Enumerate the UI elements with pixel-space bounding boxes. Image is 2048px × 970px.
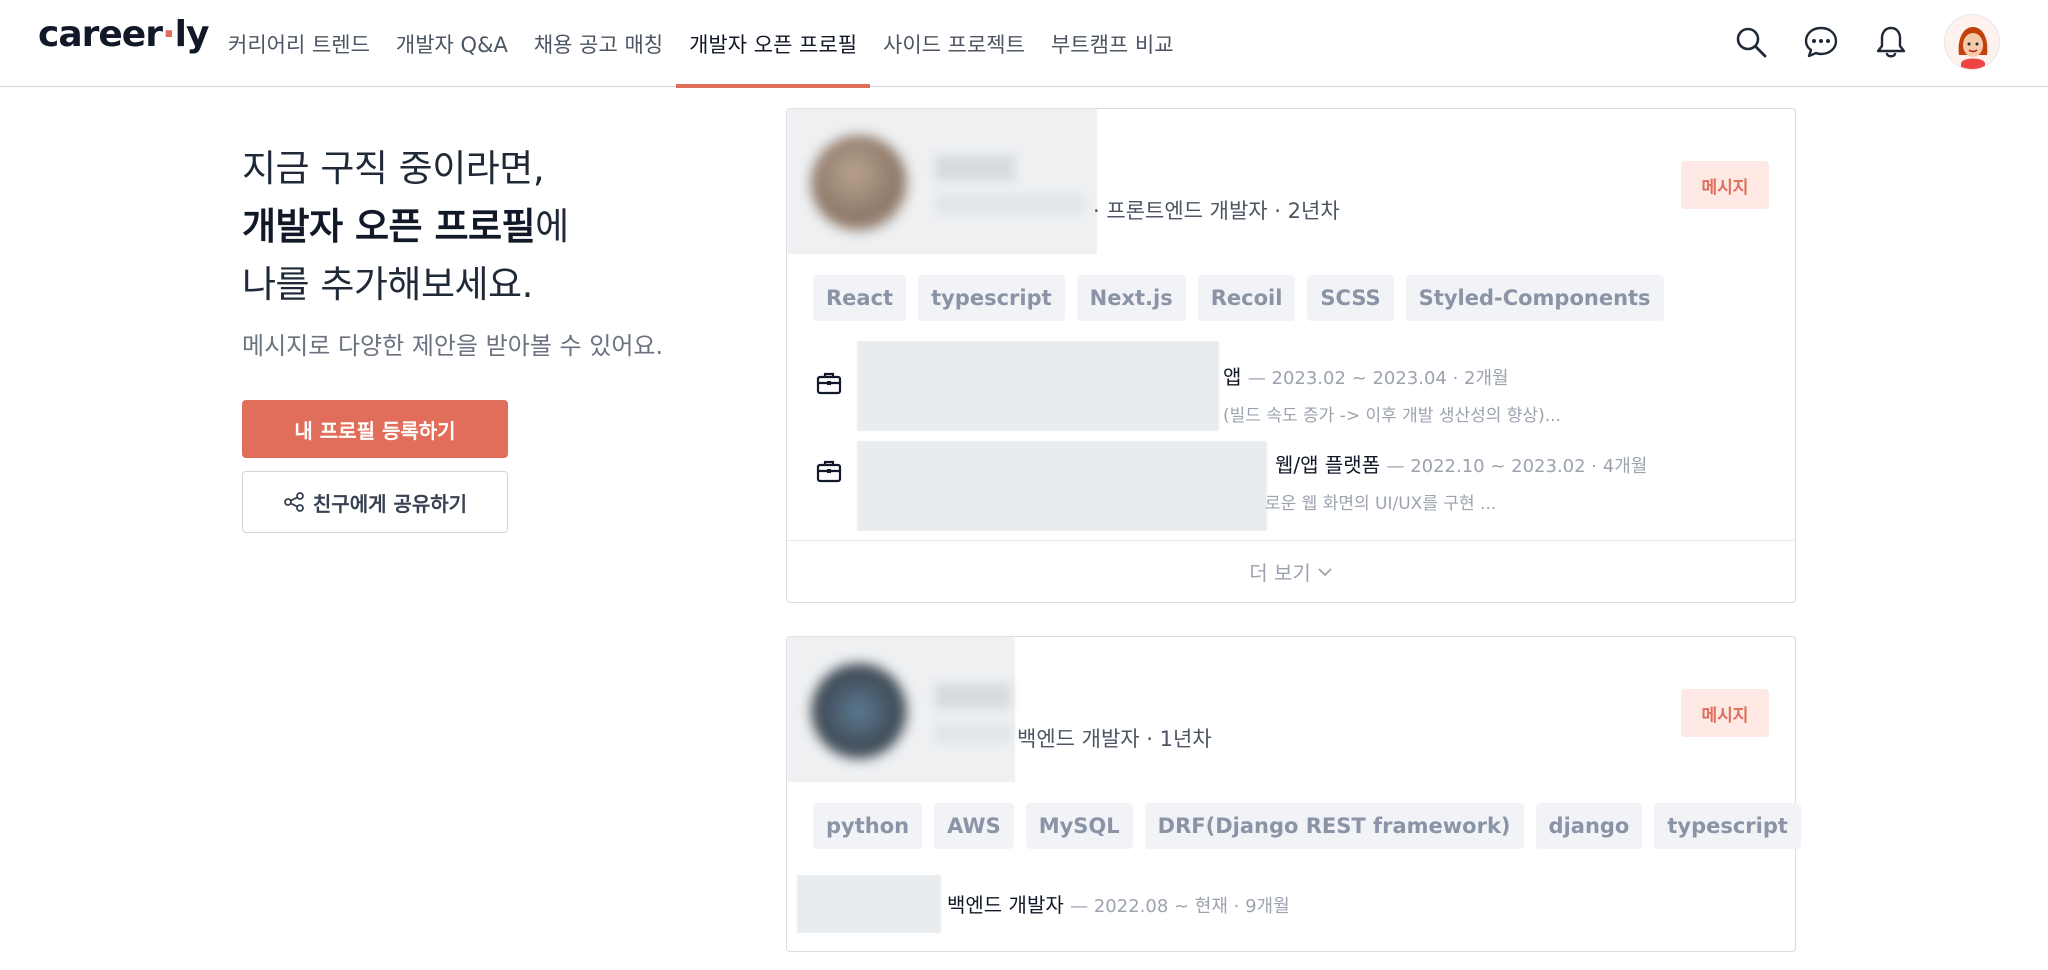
- skill-tag[interactable]: MySQL: [1025, 803, 1133, 849]
- main-nav: 커리어리 트렌드 개발자 Q&A 채용 공고 매칭 개발자 오픈 프로필 사이드…: [215, 0, 1187, 88]
- message-button[interactable]: 메시지: [1681, 689, 1769, 737]
- briefcase-icon: [816, 372, 842, 395]
- experience-description: (빌드 속도 증가 -> 이후 개발 생산성의 향상)...: [1223, 406, 1561, 426]
- user-avatar-icon: [1945, 15, 1999, 69]
- nav-item-trends[interactable]: 커리어리 트렌드: [215, 0, 383, 87]
- skill-tag[interactable]: Styled-Components: [1405, 275, 1664, 321]
- blurred-company: [935, 195, 1085, 213]
- skill-tags: python AWS MySQL DRF(Django REST framewo…: [813, 803, 1801, 849]
- experience-description: 로운 웹 화면의 UI/UX를 구현 ...: [1265, 494, 1497, 514]
- skill-tag[interactable]: typescript: [918, 275, 1065, 321]
- skill-tags: React typescript Next.js Recoil SCSS Sty…: [813, 275, 1664, 321]
- skill-tag[interactable]: AWS: [934, 803, 1014, 849]
- chat-icon[interactable]: [1803, 24, 1839, 60]
- briefcase-icon: [816, 460, 842, 483]
- skill-tag[interactable]: SCSS: [1307, 275, 1394, 321]
- message-button[interactable]: 메시지: [1681, 161, 1769, 209]
- bell-icon[interactable]: [1873, 24, 1909, 60]
- nav-item-open-profile[interactable]: 개발자 오픈 프로필: [676, 0, 870, 88]
- skill-tag[interactable]: Recoil: [1197, 275, 1296, 321]
- profile-card[interactable]: · 프론트엔드 개발자 · 2년차 메시지 React typescript N…: [786, 108, 1796, 603]
- skill-tag[interactable]: python: [813, 803, 923, 849]
- blurred-name: [935, 683, 1011, 709]
- profile-role: 백엔드 개발자 · 1년차: [1017, 727, 1212, 751]
- experience-title: 앱 — 2023.02 ~ 2023.04 · 2개월: [1223, 365, 1509, 389]
- hero-line-2: 개발자 오픈 프로필에: [242, 205, 569, 248]
- careerly-logo[interactable]: career·ly: [38, 14, 209, 55]
- skill-tag[interactable]: typescript: [1654, 803, 1801, 849]
- blurred-experience-company: [857, 341, 1219, 431]
- hero-line-3: 나를 추가해보세요.: [242, 263, 533, 306]
- skill-tag[interactable]: django: [1535, 803, 1643, 849]
- blurred-name: [935, 155, 1015, 181]
- blurred-experience-company: [857, 441, 1267, 531]
- nav-item-qna[interactable]: 개발자 Q&A: [383, 0, 521, 87]
- blurred-company: [935, 725, 1011, 743]
- share-icon: [284, 492, 304, 512]
- register-profile-button[interactable]: 내 프로필 등록하기: [242, 400, 508, 458]
- share-with-friend-button[interactable]: 친구에게 공유하기: [242, 471, 508, 533]
- hero-line-1: 지금 구직 중이라면,: [242, 147, 545, 190]
- nav-item-job-matching[interactable]: 채용 공고 매칭: [521, 0, 676, 87]
- blurred-experience-company: [797, 875, 941, 933]
- top-header: career·ly 커리어리 트렌드 개발자 Q&A 채용 공고 매칭 개발자 …: [0, 0, 2048, 88]
- nav-item-bootcamp[interactable]: 부트캠프 비교: [1038, 0, 1187, 87]
- show-more-button[interactable]: 더 보기: [787, 540, 1795, 602]
- experience-title: 웹/앱 플랫폼 — 2022.10 ~ 2023.02 · 4개월: [1275, 453, 1648, 477]
- blurred-avatar: [811, 663, 907, 759]
- profile-card[interactable]: 백엔드 개발자 · 1년차 메시지 python AWS MySQL DRF(D…: [786, 636, 1801, 952]
- hero-heading: 지금 구직 중이라면, 개발자 오픈 프로필에 나를 추가해보세요.: [242, 140, 569, 314]
- hero-subtitle: 메시지로 다양한 제안을 받아볼 수 있어요.: [242, 332, 664, 360]
- profile-role: · 프론트엔드 개발자 · 2년차: [1093, 199, 1340, 223]
- skill-tag[interactable]: Next.js: [1076, 275, 1186, 321]
- skill-tag[interactable]: React: [813, 275, 907, 321]
- blurred-avatar: [811, 135, 907, 231]
- avatar[interactable]: [1944, 14, 2000, 70]
- search-icon[interactable]: [1733, 24, 1769, 60]
- chevron-down-icon: [1318, 567, 1332, 576]
- experience-title: 백엔드 개발자 — 2022.08 ~ 현재 · 9개월: [947, 893, 1290, 917]
- skill-tag[interactable]: DRF(Django REST framework): [1144, 803, 1524, 849]
- nav-item-side-project[interactable]: 사이드 프로젝트: [870, 0, 1038, 87]
